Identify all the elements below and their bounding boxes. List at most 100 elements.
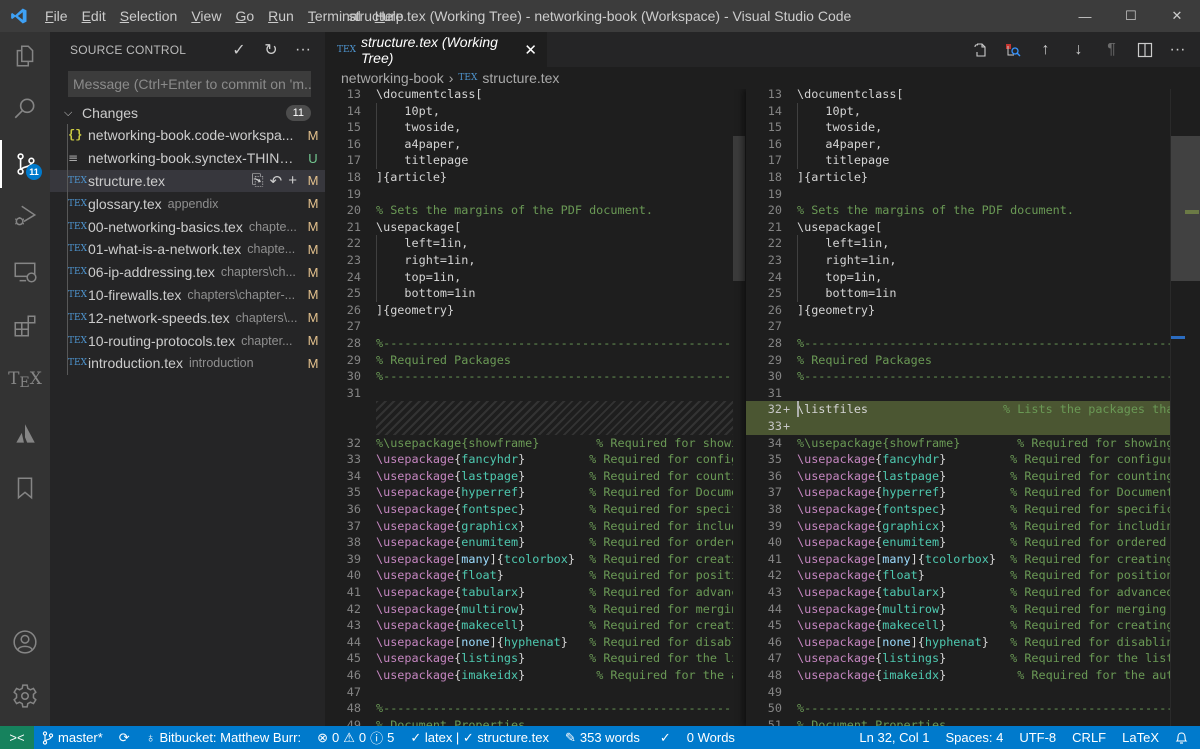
changed-file-item[interactable]: TEX 01-what-is-a-network.tex chapte... M bbox=[50, 238, 325, 261]
line-number: 44 bbox=[767, 601, 782, 616]
previous-change-icon[interactable]: ↑ bbox=[1029, 32, 1062, 67]
language-mode[interactable]: LaTeX bbox=[1114, 730, 1167, 745]
activity-bookmarks[interactable] bbox=[0, 464, 50, 512]
show-whitespace-icon[interactable]: ¶ bbox=[1095, 32, 1128, 67]
activity-run-debug[interactable] bbox=[0, 192, 50, 240]
code-text: \usepackage[ bbox=[376, 219, 461, 236]
commit-message-input[interactable]: Message (Ctrl+Enter to commit on 'm... bbox=[68, 71, 311, 97]
refresh-icon[interactable]: ↻ bbox=[255, 40, 287, 60]
tab-label: structure.tex (Working Tree) bbox=[360, 33, 498, 66]
bitbucket-status[interactable]: ♁ Bitbucket: Matthew Burr: bbox=[138, 730, 309, 745]
breadcrumb: networking-book › TEX structure.tex bbox=[325, 67, 1200, 89]
changed-file-item[interactable]: TEX structure.tex ⎘ ↶ + M bbox=[50, 169, 325, 193]
code-text: bottom=1in bbox=[797, 285, 896, 302]
menu-go[interactable]: Go bbox=[228, 0, 261, 32]
code-token: % Required for ordered a bbox=[589, 535, 745, 550]
problems-indicator[interactable]: ⊗ 0 ⚠ 0 ⓘ 5 bbox=[309, 728, 402, 747]
menu-file[interactable]: File bbox=[38, 0, 75, 32]
line-ending[interactable]: CRLF bbox=[1064, 730, 1114, 745]
split-editor-icon[interactable] bbox=[1128, 32, 1161, 67]
changed-file-item[interactable]: TEX 12-network-speeds.tex chapters\... M bbox=[50, 306, 325, 329]
spellcheck-status[interactable]: ✓ 0 Words bbox=[648, 730, 743, 746]
minimize-button[interactable]: — bbox=[1062, 0, 1108, 32]
activity-remote-explorer[interactable] bbox=[0, 248, 50, 296]
code-line: 33 \usepackage{fancyhdr} % Required for c… bbox=[325, 451, 745, 468]
activity-atlassian[interactable] bbox=[0, 410, 50, 458]
activity-explorer[interactable] bbox=[0, 32, 50, 80]
code-text: \usepackage{tabularx} % Required for adv… bbox=[376, 584, 745, 601]
changed-file-item[interactable]: TEX 10-firewalls.tex chapters\chapter-... M bbox=[50, 284, 325, 307]
menu-edit[interactable]: Edit bbox=[75, 0, 113, 32]
remote-indicator[interactable]: >< bbox=[0, 726, 34, 749]
close-tab-icon[interactable]: ✕ bbox=[524, 41, 537, 59]
changed-file-item[interactable]: TEX 00-networking-basics.tex chapte... M bbox=[50, 215, 325, 238]
code-text: \usepackage{hyperref} % Required for Doc… bbox=[797, 484, 1170, 501]
code-token: } bbox=[981, 634, 989, 649]
indentation[interactable]: Spaces: 4 bbox=[938, 730, 1012, 745]
discard-changes-icon[interactable]: ↶ bbox=[270, 172, 283, 190]
activity-extensions[interactable] bbox=[0, 302, 50, 350]
more-editor-actions-icon[interactable]: ··· bbox=[1161, 32, 1194, 67]
tab-structure-tex[interactable]: TEX structure.tex (Working Tree) ✕ bbox=[325, 32, 547, 67]
line-number: 16 bbox=[767, 136, 782, 151]
menu-selection[interactable]: Selection bbox=[113, 0, 185, 32]
word-count[interactable]: ✎ 353 words bbox=[557, 730, 648, 746]
menu-view[interactable]: View bbox=[184, 0, 228, 32]
menu-terminal[interactable]: Terminal bbox=[301, 0, 368, 32]
inline-diff-search-icon[interactable] bbox=[996, 32, 1029, 67]
code-line: 14 10pt, bbox=[746, 103, 1170, 120]
more-actions-icon[interactable]: ··· bbox=[287, 41, 319, 59]
code-token: lastpage bbox=[461, 468, 519, 483]
notifications-bell[interactable] bbox=[1167, 731, 1200, 745]
open-file-icon[interactable]: ⎘ bbox=[252, 172, 264, 190]
commit-check-icon[interactable]: ✓ bbox=[223, 40, 255, 60]
code-text: twoside, bbox=[797, 119, 882, 136]
activity-manage[interactable] bbox=[0, 672, 50, 720]
changed-file-item[interactable]: TEX introduction.tex introduction M bbox=[50, 352, 325, 375]
menu-run[interactable]: Run bbox=[261, 0, 301, 32]
encoding[interactable]: UTF-8 bbox=[1011, 730, 1064, 745]
branch-indicator[interactable]: master* bbox=[34, 730, 111, 745]
activity-tex[interactable]: TEX bbox=[0, 356, 50, 404]
code-token: } bbox=[496, 568, 504, 583]
open-file-icon[interactable] bbox=[963, 32, 996, 67]
diff-overview-ruler[interactable] bbox=[1170, 89, 1200, 726]
scrollbar-thumb[interactable] bbox=[733, 136, 745, 281]
changed-file-item[interactable]: TEX 06-ip-addressing.tex chapters\ch... M bbox=[50, 261, 325, 284]
latex-build-status[interactable]: ✓ latex | ✓ structure.tex bbox=[402, 730, 557, 746]
modified-pane[interactable]: 13 \documentclass[14 10pt, 15 twoside, 16 a… bbox=[746, 89, 1170, 726]
added-line-plus-icon: + bbox=[783, 419, 791, 433]
changed-file-item[interactable]: TEX 10-routing-protocols.tex chapter... M bbox=[50, 329, 325, 352]
activity-search[interactable] bbox=[0, 84, 50, 132]
menu-help[interactable]: Help bbox=[368, 0, 411, 32]
code-text: \usepackage{fontspec} % Required for spe… bbox=[376, 501, 745, 518]
file-name: structure.tex bbox=[88, 172, 166, 189]
activity-accounts[interactable] bbox=[0, 618, 50, 666]
cursor-position[interactable]: Ln 32, Col 1 bbox=[851, 730, 937, 745]
original-pane[interactable]: 13 \documentclass[14 10pt, 15 twoside, 16 a… bbox=[325, 89, 745, 726]
code-token: ] bbox=[910, 634, 918, 649]
breadcrumb-file[interactable]: structure.tex bbox=[482, 70, 559, 86]
close-window-button[interactable]: ✕ bbox=[1154, 0, 1200, 32]
status-bar: >< master* ⟳ ♁ Bitbucket: Matthew Burr: … bbox=[0, 726, 1200, 749]
activity-source-control[interactable]: 11 bbox=[0, 140, 50, 188]
code-token: } bbox=[560, 634, 568, 649]
sidebar-title: SOURCE CONTROL bbox=[70, 42, 187, 57]
changed-file-item[interactable]: ≡ networking-book.synctex-THINK... U bbox=[50, 147, 325, 170]
maximize-button[interactable]: ☐ bbox=[1108, 0, 1154, 32]
code-text: bottom=1in bbox=[376, 285, 475, 302]
stage-changes-icon[interactable]: + bbox=[288, 172, 297, 190]
changes-group-header[interactable]: ⌵ Changes 11 bbox=[50, 102, 325, 124]
next-change-icon[interactable]: ↓ bbox=[1062, 32, 1095, 67]
sync-button[interactable]: ⟳ bbox=[111, 730, 138, 746]
line-number: 35 bbox=[346, 485, 361, 500]
changed-file-item[interactable]: {} networking-book.code-workspa... M bbox=[50, 124, 325, 147]
breadcrumb-folder[interactable]: networking-book bbox=[341, 70, 444, 86]
file-status-badge: M bbox=[307, 219, 319, 235]
original-scrollbar[interactable] bbox=[733, 89, 745, 726]
code-text: right=1in, bbox=[797, 252, 896, 269]
minimap-slider[interactable] bbox=[1171, 136, 1200, 281]
changed-file-item[interactable]: TEX glossary.tex appendix M bbox=[50, 192, 325, 215]
